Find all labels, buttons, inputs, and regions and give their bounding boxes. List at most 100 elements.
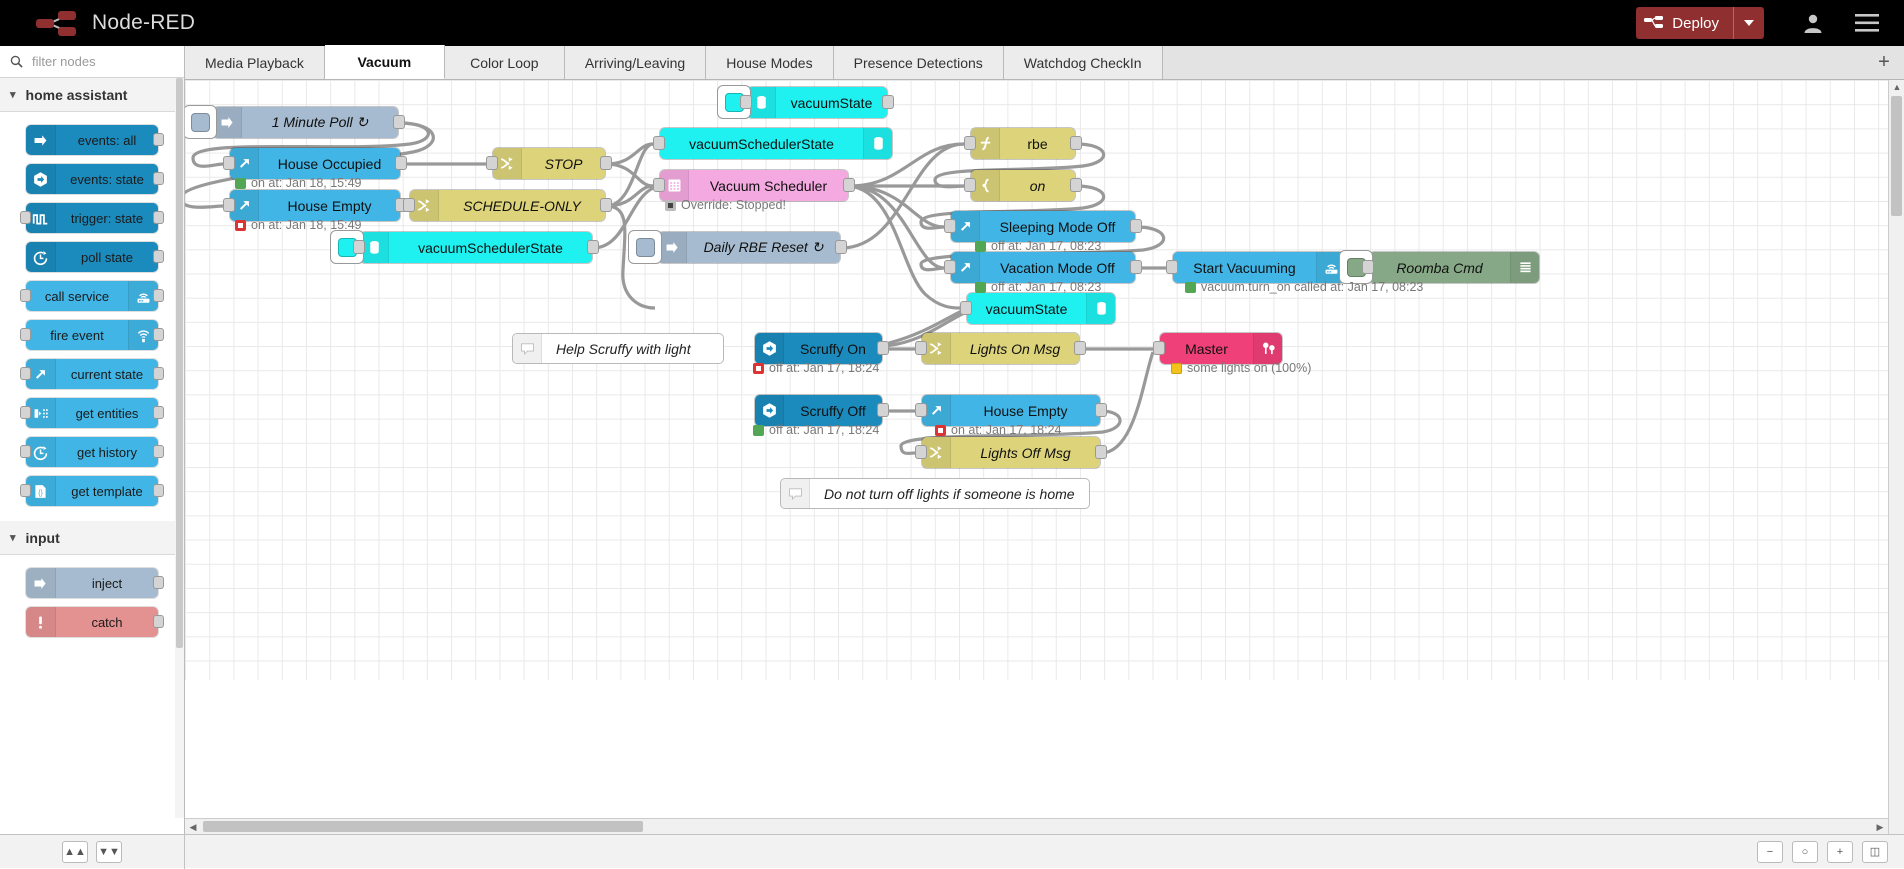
flow-comment-node[interactable]: Do not turn off lights if someone is hom…: [780, 478, 1090, 509]
tab-house-modes[interactable]: House Modes: [706, 46, 833, 79]
flow-node-vacuumstate[interactable]: vacuumState: [967, 293, 1115, 324]
tab-color-loop[interactable]: Color Loop: [445, 46, 565, 79]
flow-node-vacuumschedulerstate[interactable]: vacuumSchedulerState: [660, 128, 892, 159]
scroll-right-arrow-icon[interactable]: ▶: [1872, 822, 1888, 833]
node-output-port[interactable]: [1130, 219, 1142, 233]
node-output-port[interactable]: [1070, 178, 1082, 192]
node-trigger-button[interactable]: [628, 230, 662, 264]
node-output-port[interactable]: [1095, 403, 1107, 417]
flow-node-sleeping-mode-off[interactable]: Sleeping Mode Off: [951, 211, 1135, 242]
flow-node-house-occupied[interactable]: House Occupied: [230, 148, 400, 179]
add-tab-button[interactable]: +: [1864, 46, 1904, 79]
palette-node-trigger-state[interactable]: trigger: state: [26, 203, 158, 233]
flow-node-scruffy-on[interactable]: Scruffy On: [755, 333, 882, 364]
palette-scrollbar[interactable]: [175, 78, 184, 818]
flow-comment-node[interactable]: Help Scruffy with light: [512, 333, 724, 364]
palette-node-get-history[interactable]: get history: [26, 437, 158, 467]
node-output-port[interactable]: [1074, 341, 1086, 355]
horizontal-scroll-thumb[interactable]: [203, 821, 643, 832]
palette-node-events-state[interactable]: events: state: [26, 164, 158, 194]
palette-node-poll-state[interactable]: poll state: [26, 242, 158, 272]
node-output-port[interactable]: [877, 341, 889, 355]
node-input-port[interactable]: [486, 156, 498, 170]
tab-arriving-leaving[interactable]: Arriving/Leaving: [565, 46, 706, 79]
node-input-port[interactable]: [944, 260, 956, 274]
node-input-port[interactable]: [964, 178, 976, 192]
palette-node-fire-event[interactable]: fire event: [26, 320, 158, 350]
node-output-port[interactable]: [882, 95, 894, 109]
flow-node-start-vacuuming[interactable]: Start Vacuuming: [1173, 252, 1345, 283]
expand-all-icon[interactable]: ▼▼: [96, 841, 122, 863]
flow-node-vacuumstate[interactable]: vacuumState: [747, 87, 887, 118]
node-output-port[interactable]: [587, 240, 599, 254]
collapse-all-icon[interactable]: ▲▲: [62, 841, 88, 863]
canvas-horizontal-scrollbar[interactable]: ◀ ▶: [185, 818, 1888, 834]
tab-watchdog-checkin[interactable]: Watchdog CheckIn: [1004, 46, 1163, 79]
flow-node-roomba-cmd[interactable]: Roomba Cmd: [1369, 252, 1539, 283]
scroll-up-arrow-icon[interactable]: ▲: [1889, 82, 1904, 92]
zoom-out-icon[interactable]: −: [1757, 841, 1783, 863]
view-toggle-icon[interactable]: ◫: [1862, 841, 1888, 863]
node-input-port[interactable]: [944, 219, 956, 233]
node-output-port[interactable]: [393, 115, 405, 129]
node-input-port[interactable]: [960, 301, 972, 315]
node-input-port[interactable]: [653, 178, 665, 192]
tab-presence-detections[interactable]: Presence Detections: [834, 46, 1004, 79]
canvas-vertical-scrollbar[interactable]: ▲ ▼: [1888, 80, 1904, 850]
palette-node-catch[interactable]: catch: [26, 607, 158, 637]
scroll-left-arrow-icon[interactable]: ◀: [185, 822, 201, 833]
flow-node-vacuumschedulerstate[interactable]: vacuumSchedulerState: [360, 232, 592, 263]
palette-node-call-service[interactable]: call service: [26, 281, 158, 311]
node-input-port[interactable]: [353, 240, 365, 254]
vertical-scroll-thumb[interactable]: [1891, 96, 1902, 216]
node-input-port[interactable]: [1153, 341, 1165, 355]
flow-node-vacuum-scheduler[interactable]: Vacuum Scheduler: [660, 170, 848, 201]
palette-node-get-entities[interactable]: get entities: [26, 398, 158, 428]
flow-node-on[interactable]: on: [971, 170, 1075, 201]
flow-node-schedule-only[interactable]: SCHEDULE-ONLY: [410, 190, 605, 221]
tab-media-playback[interactable]: Media Playback: [185, 46, 325, 79]
flow-node-scruffy-off[interactable]: Scruffy Off: [755, 395, 882, 426]
node-input-port[interactable]: [915, 445, 927, 459]
flow-node-lights-on-msg[interactable]: Lights On Msg: [922, 333, 1079, 364]
palette-node-events-all[interactable]: events: all: [26, 125, 158, 155]
flow-node-house-empty[interactable]: House Empty: [922, 395, 1100, 426]
flow-node-house-empty[interactable]: House Empty: [230, 190, 400, 221]
node-output-port[interactable]: [1095, 445, 1107, 459]
tab-vacuum[interactable]: Vacuum: [325, 45, 445, 79]
node-output-port[interactable]: [877, 403, 889, 417]
node-input-port[interactable]: [915, 403, 927, 417]
flow-node-daily-rbe-reset[interactable]: Daily RBE Reset ↻: [658, 232, 840, 263]
flow-node-lights-off-msg[interactable]: Lights Off Msg: [922, 437, 1100, 468]
user-icon[interactable]: [1786, 0, 1840, 46]
node-input-port[interactable]: [915, 341, 927, 355]
node-output-port[interactable]: [600, 198, 612, 212]
flow-node-1-minute-poll[interactable]: 1 Minute Poll ↻: [213, 107, 398, 138]
search-input[interactable]: [30, 53, 160, 70]
node-input-port[interactable]: [1362, 260, 1374, 274]
node-input-port[interactable]: [403, 198, 415, 212]
node-input-port[interactable]: [223, 156, 235, 170]
node-input-port[interactable]: [223, 198, 235, 212]
node-input-port[interactable]: [740, 95, 752, 109]
node-output-port[interactable]: [1130, 260, 1142, 274]
flow-canvas-viewport[interactable]: 1 Minute Poll ↻ House Occupied House Empty…: [185, 80, 1904, 868]
node-output-port[interactable]: [395, 156, 407, 170]
palette-node-get-template[interactable]: {}get template: [26, 476, 158, 506]
hamburger-menu-icon[interactable]: [1840, 0, 1894, 46]
zoom-in-icon[interactable]: +: [1827, 841, 1853, 863]
flow-node-master[interactable]: Master: [1160, 333, 1282, 364]
node-trigger-button[interactable]: [185, 105, 217, 139]
palette-node-current-state[interactable]: current state: [26, 359, 158, 389]
node-output-port[interactable]: [1070, 136, 1082, 150]
deploy-button[interactable]: Deploy: [1636, 7, 1764, 39]
palette-category-home-assistant[interactable]: ▾home assistant: [0, 78, 184, 112]
node-output-port[interactable]: [835, 240, 847, 254]
node-input-port[interactable]: [653, 136, 665, 150]
palette-node-inject[interactable]: inject: [26, 568, 158, 598]
flow-canvas[interactable]: 1 Minute Poll ↻ House Occupied House Empty…: [185, 80, 1888, 680]
node-output-port[interactable]: [843, 178, 855, 192]
chevron-down-icon[interactable]: [1733, 7, 1764, 39]
node-input-port[interactable]: [1166, 260, 1178, 274]
brand-area[interactable]: Node-RED: [36, 10, 195, 36]
